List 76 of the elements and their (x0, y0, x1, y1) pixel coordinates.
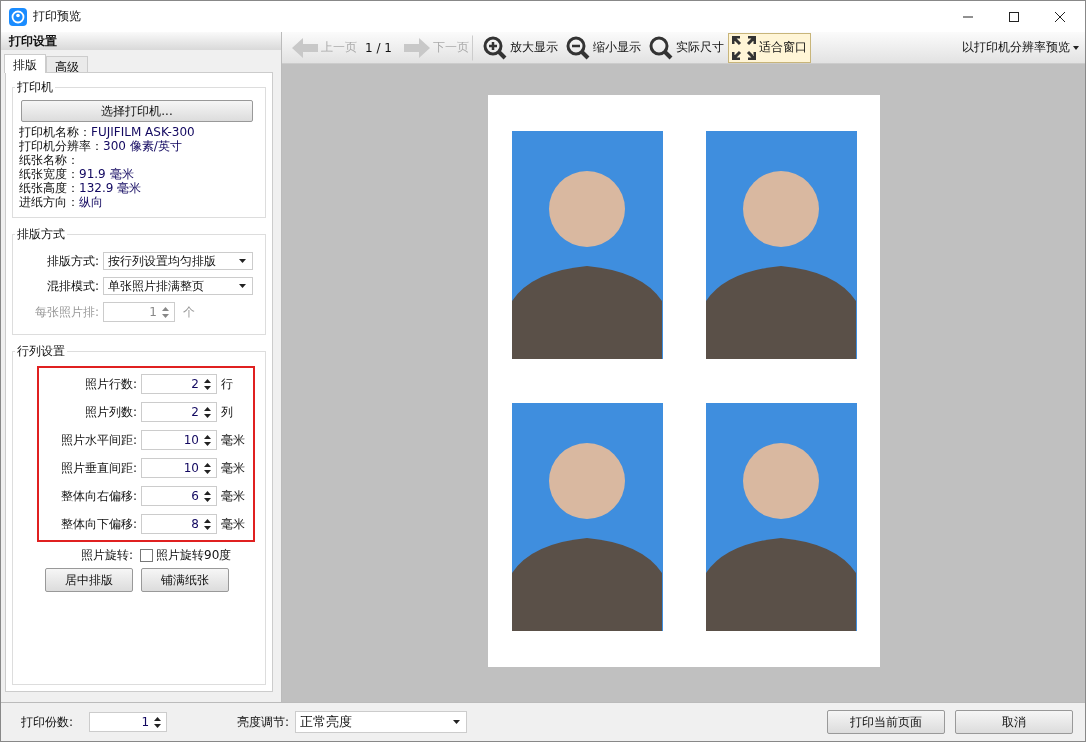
layout-button[interactable]: 铺满纸张 (141, 568, 229, 592)
layout-button[interactable]: 居中排版 (45, 568, 133, 592)
spin-arrows-icon (204, 490, 211, 502)
number-spinner[interactable]: 8 (141, 514, 217, 534)
info-line: 打印机名称：FUJIFILM ASK-300 (19, 125, 196, 139)
info-line: 纸张名称： (19, 153, 80, 167)
window-title: 打印预览 (33, 8, 81, 25)
unit-label: 列 (221, 403, 233, 421)
field-label: 照片列数: (83, 403, 138, 421)
dropdown[interactable]: 单张照片排满整页 (103, 277, 253, 295)
field-label: 整体向右偏移: (59, 487, 138, 505)
info-line: 纸张宽度：91.9 毫米 (19, 167, 135, 181)
spin-arrows-icon (162, 306, 169, 318)
cancel-button[interactable]: 取消 (955, 710, 1073, 734)
checkbox[interactable] (140, 549, 153, 562)
field-label: 混排模式: (45, 277, 99, 295)
field-label: 每张照片排: (33, 303, 99, 321)
caret-icon (239, 284, 246, 288)
number-spinner[interactable]: 2 (141, 374, 217, 394)
spin-arrows-icon (204, 462, 211, 474)
unit-label: 毫米 (221, 515, 245, 533)
unit-label: 毫米 (221, 487, 245, 505)
spin-arrows-icon (204, 518, 211, 530)
unit-label: 毫米 (221, 459, 245, 477)
checkbox-label[interactable]: 照片旋转90度 (156, 547, 232, 564)
unit-label: 个 (183, 303, 195, 321)
caret-icon (239, 259, 246, 263)
unit-label: 毫米 (221, 431, 245, 449)
close-icon[interactable] (1055, 11, 1065, 22)
field-label: 整体向下偏移: (59, 515, 138, 533)
dropdown[interactable]: 按行列设置均匀排版 (103, 252, 253, 270)
zoom-tool-button[interactable]: 放大显示 (478, 32, 562, 63)
maximize-icon[interactable] (1009, 11, 1019, 22)
zoom-tool-button[interactable]: 缩小显示 (561, 32, 645, 63)
info-line: 纸张高度：132.9 毫米 (19, 181, 143, 195)
copies-spinner[interactable]: 1 (89, 712, 168, 732)
zoom-out-icon (565, 35, 590, 60)
field-label: 打印份数: (21, 713, 74, 731)
number-spinner[interactable]: 10 (141, 430, 217, 450)
magnifier-icon (648, 35, 673, 60)
caret-icon (1073, 45, 1079, 50)
spin-arrows-icon (204, 378, 211, 390)
info-line: 打印机分辨率：300 像素/英寸 (19, 139, 183, 153)
right-arrow-icon (403, 37, 430, 58)
spin-arrows-icon (204, 434, 211, 446)
info-line: 进纸方向：纵向 (19, 195, 104, 209)
app-logo-icon (9, 7, 27, 26)
tab[interactable]: 高级 (46, 56, 88, 72)
spin-arrows-icon (154, 716, 162, 728)
zoom-in-icon (482, 35, 507, 60)
number-spinner[interactable]: 6 (141, 486, 217, 506)
number-spinner[interactable]: 10 (141, 458, 217, 478)
preview-mode-dropdown[interactable]: 以打印机分辨率预览 (962, 39, 1085, 56)
tab[interactable]: 排版 (4, 54, 46, 73)
caret-icon (453, 720, 461, 724)
select-printer-button[interactable]: 选择打印机... (21, 100, 253, 122)
print-button[interactable]: 打印当前页面 (827, 710, 945, 734)
panel-header: 打印设置 (1, 32, 281, 50)
left-arrow-icon (292, 37, 318, 58)
field-label: 照片垂直间距: (59, 459, 138, 477)
group-title: 打印机 (16, 79, 54, 96)
unit-label: 行 (221, 375, 233, 393)
expand-arrows-icon (731, 35, 756, 60)
field-label: 亮度调节: (237, 713, 290, 731)
field-label: 照片水平间距: (59, 431, 138, 449)
field-label: 照片旋转: (79, 547, 134, 564)
group-title: 行列设置 (16, 343, 66, 360)
zoom-tool-button[interactable]: 实际尺寸 (644, 32, 728, 63)
field-label: 照片行数: (83, 375, 138, 393)
zoom-tool-button[interactable]: 适合窗口 (727, 32, 811, 63)
page-indicator: 1 / 1 (365, 40, 392, 55)
group-title: 排版方式 (16, 226, 66, 243)
spin-arrows-icon (204, 406, 211, 418)
field-label: 排版方式: (45, 252, 99, 270)
brightness-dropdown[interactable]: 正常亮度 (295, 711, 468, 733)
number-spinner[interactable]: 2 (141, 402, 217, 422)
